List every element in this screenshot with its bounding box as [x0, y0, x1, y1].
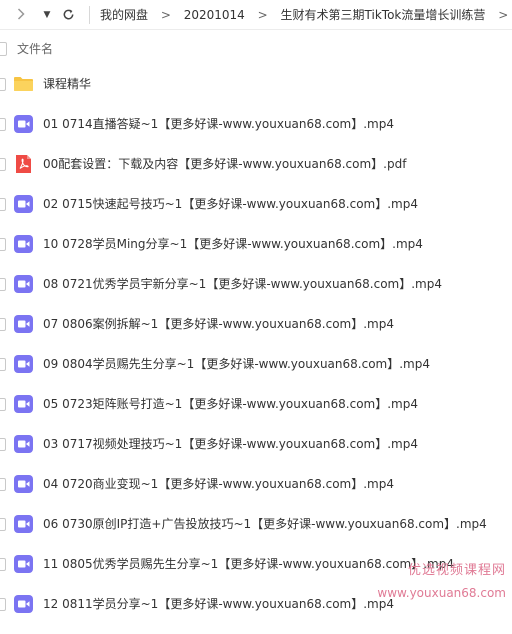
file-name[interactable]: 00配套设置：下载及内容【更多好课-www.youxuan68.com】.pdf [43, 155, 406, 172]
file-name[interactable]: 课程精华 [43, 75, 91, 92]
row-checkbox[interactable] [0, 78, 6, 91]
file-browser: ▼ 我的网盘 > 20201014 > 生财有术第三期TikTok流量增长训练营… [0, 0, 512, 634]
file-name[interactable]: 06 0730原创IP打造+广告投放技巧~1【更多好课-www.youxuan6… [43, 515, 487, 532]
pdf-file-icon [13, 154, 34, 174]
row-checkbox[interactable] [0, 598, 6, 611]
row-checkbox[interactable] [0, 358, 6, 371]
video-file-icon [13, 434, 34, 454]
toolbar-divider [89, 6, 90, 24]
select-all-checkbox[interactable] [0, 42, 7, 56]
file-row[interactable]: 06 0730原创IP打造+广告投放技巧~1【更多好课-www.youxuan6… [0, 504, 512, 544]
breadcrumb-item-root[interactable]: 我的网盘 [100, 0, 148, 30]
breadcrumb: 我的网盘 > 20201014 > 生财有术第三期TikTok流量增长训练营 > [100, 0, 512, 30]
file-name[interactable]: 01 0714直播答疑~1【更多好课-www.youxuan68.com】.mp… [43, 115, 394, 132]
row-checkbox[interactable] [0, 318, 6, 331]
file-row[interactable]: 07 0806案例拆解~1【更多好课-www.youxuan68.com】.mp… [0, 304, 512, 344]
file-row[interactable]: 课程精华 [0, 64, 512, 104]
video-file-icon [13, 474, 34, 494]
row-checkbox[interactable] [0, 518, 6, 531]
file-row[interactable]: 10 0728学员Ming分享~1【更多好课-www.youxuan68.com… [0, 224, 512, 264]
file-name[interactable]: 09 0804学员赐先生分享~1【更多好课-www.youxuan68.com】… [43, 355, 430, 372]
file-row[interactable]: 08 0721优秀学员宇新分享~1【更多好课-www.youxuan68.com… [0, 264, 512, 304]
video-file-icon [13, 354, 34, 374]
row-checkbox[interactable] [0, 198, 6, 211]
caret-down-icon: ▼ [43, 10, 51, 20]
file-row[interactable]: 09 0804学员赐先生分享~1【更多好课-www.youxuan68.com】… [0, 344, 512, 384]
video-file-icon [13, 394, 34, 414]
toolbar: ▼ 我的网盘 > 20201014 > 生财有术第三期TikTok流量增长训练营… [0, 0, 512, 30]
file-name[interactable]: 04 0720商业变现~1【更多好课-www.youxuan68.com】.mp… [43, 475, 394, 492]
video-file-icon [13, 554, 34, 574]
breadcrumb-separator: > [257, 8, 268, 22]
video-file-icon [13, 594, 34, 614]
file-name[interactable]: 07 0806案例拆解~1【更多好课-www.youxuan68.com】.mp… [43, 315, 394, 332]
file-row[interactable]: 04 0720商业变现~1【更多好课-www.youxuan68.com】.mp… [0, 464, 512, 504]
row-checkbox[interactable] [0, 558, 6, 571]
watermark-url: www.youxuan68.com [377, 586, 506, 600]
file-row[interactable]: 03 0717视频处理技巧~1【更多好课-www.youxuan68.com】.… [0, 424, 512, 464]
file-row[interactable]: 01 0714直播答疑~1【更多好课-www.youxuan68.com】.mp… [0, 104, 512, 144]
row-checkbox[interactable] [0, 438, 6, 451]
file-row[interactable]: 05 0723矩阵账号打造~1【更多好课-www.youxuan68.com】.… [0, 384, 512, 424]
file-name[interactable]: 03 0717视频处理技巧~1【更多好课-www.youxuan68.com】.… [43, 435, 418, 452]
row-checkbox[interactable] [0, 158, 6, 171]
row-checkbox[interactable] [0, 398, 6, 411]
forward-button[interactable] [14, 6, 28, 24]
video-file-icon [13, 274, 34, 294]
list-header: 文件名 [0, 38, 512, 60]
video-file-icon [13, 234, 34, 254]
file-row[interactable]: 00配套设置：下载及内容【更多好课-www.youxuan68.com】.pdf [0, 144, 512, 184]
row-checkbox[interactable] [0, 478, 6, 491]
video-file-icon [13, 514, 34, 534]
row-checkbox[interactable] [0, 278, 6, 291]
file-name[interactable]: 02 0715快速起号技巧~1【更多好课-www.youxuan68.com】.… [43, 195, 418, 212]
watermark-title: 优选视频课程网 [407, 563, 506, 578]
breadcrumb-item-course[interactable]: 生财有术第三期TikTok流量增长训练营 [281, 0, 486, 30]
folder-icon [13, 74, 34, 94]
file-name[interactable]: 08 0721优秀学员宇新分享~1【更多好课-www.youxuan68.com… [43, 275, 442, 292]
row-checkbox[interactable] [0, 118, 6, 131]
file-list: 课程精华 01 0714直播答疑~1【更多好课-www.youxuan68.com… [0, 64, 512, 624]
chevron-right-icon [17, 8, 25, 20]
column-header-filename[interactable]: 文件名 [17, 40, 53, 57]
row-checkbox[interactable] [0, 238, 6, 251]
breadcrumb-item-date[interactable]: 20201014 [184, 0, 245, 30]
history-dropdown-button[interactable]: ▼ [40, 6, 54, 24]
breadcrumb-separator: > [498, 8, 509, 22]
file-name[interactable]: 12 0811学员分享~1【更多好课-www.youxuan68.com】.mp… [43, 595, 394, 612]
file-name[interactable]: 05 0723矩阵账号打造~1【更多好课-www.youxuan68.com】.… [43, 395, 418, 412]
watermark: 优选视频课程网 www.youxuan68.com [377, 560, 506, 604]
file-row[interactable]: 02 0715快速起号技巧~1【更多好课-www.youxuan68.com】.… [0, 184, 512, 224]
file-name[interactable]: 10 0728学员Ming分享~1【更多好课-www.youxuan68.com… [43, 235, 423, 252]
video-file-icon [13, 314, 34, 334]
breadcrumb-separator: > [160, 8, 171, 22]
refresh-button[interactable] [60, 6, 76, 24]
video-file-icon [13, 114, 34, 134]
video-file-icon [13, 194, 34, 214]
refresh-icon [63, 9, 73, 20]
